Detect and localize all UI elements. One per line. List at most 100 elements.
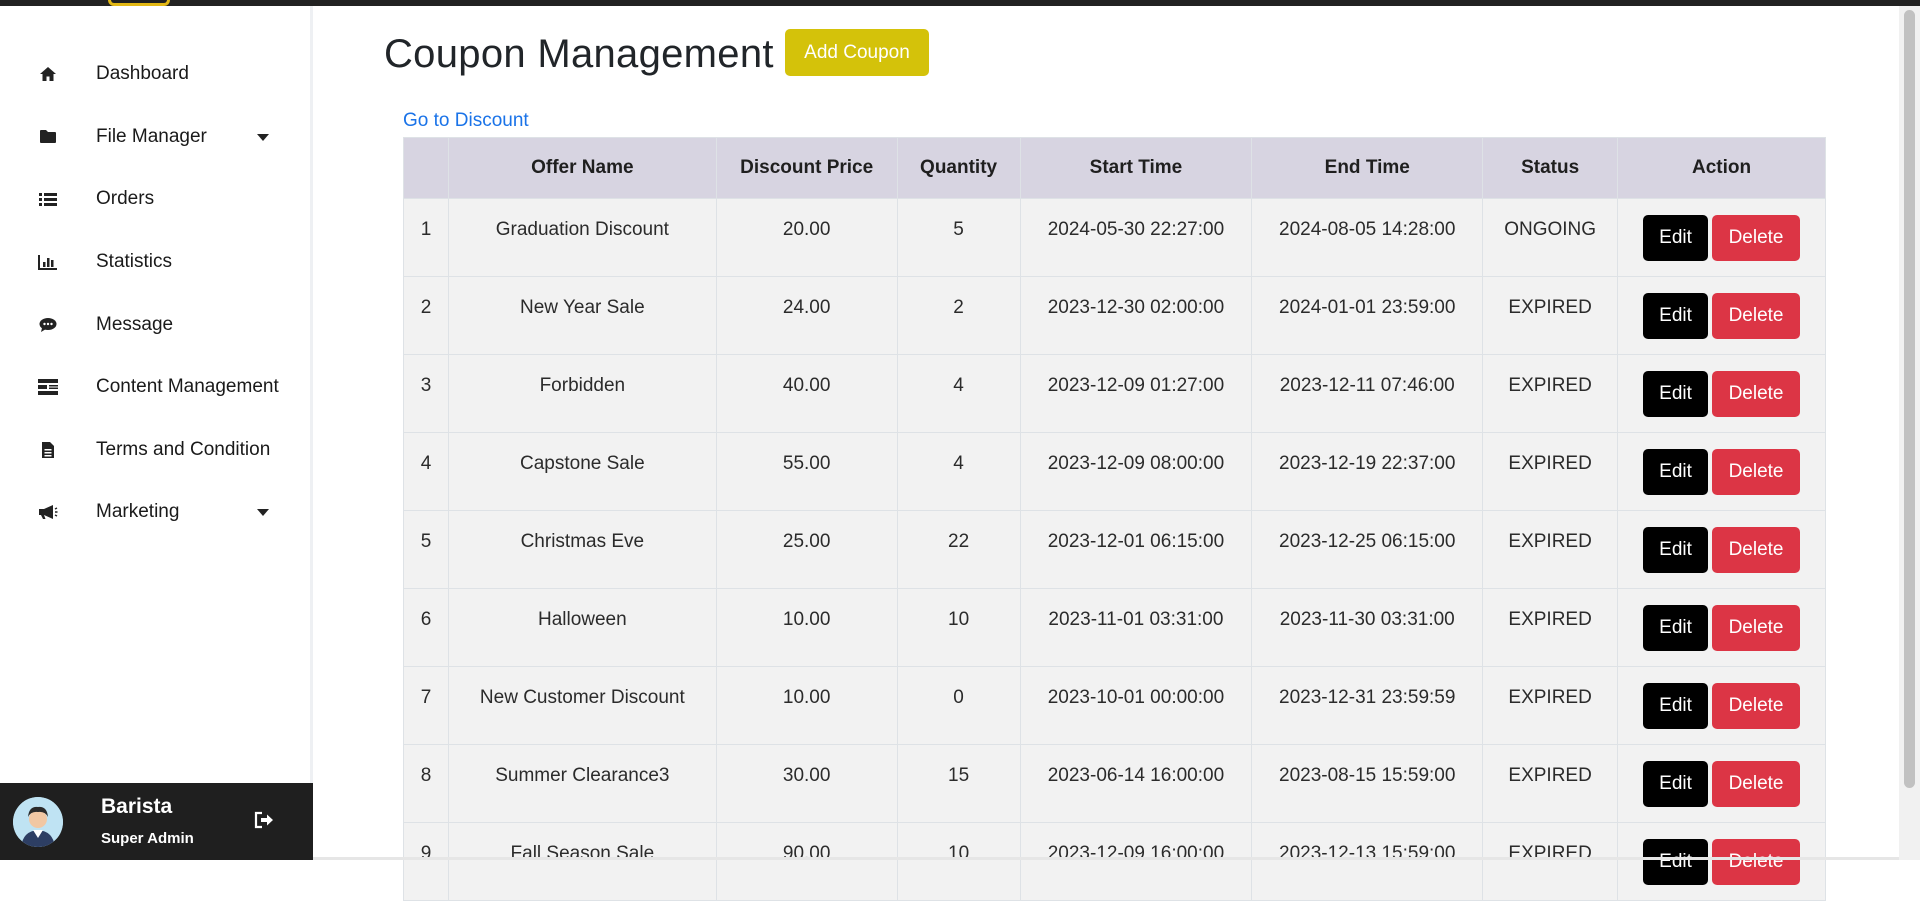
edit-button[interactable]: Edit [1643, 605, 1708, 651]
cell-status: EXPIRED [1483, 511, 1618, 589]
edit-button[interactable]: Edit [1643, 449, 1708, 495]
cell-action: EditDelete [1618, 589, 1826, 667]
cell-end-time: 2024-08-05 14:28:00 [1252, 199, 1483, 277]
cell-index: 2 [404, 277, 449, 355]
chevron-down-icon[interactable] [257, 509, 269, 516]
cell-quantity: 0 [897, 667, 1020, 745]
cell-offer-name: Fall Season Sale [448, 823, 716, 901]
sidebar-item-file-manager[interactable]: File Manager [0, 106, 310, 169]
cell-discount-price: 25.00 [716, 511, 897, 589]
cell-end-time: 2023-12-25 06:15:00 [1252, 511, 1483, 589]
cell-index: 3 [404, 355, 449, 433]
delete-button[interactable]: Delete [1712, 683, 1800, 729]
cell-action: EditDelete [1618, 667, 1826, 745]
cell-index: 5 [404, 511, 449, 589]
column-header-quantity: Quantity [897, 138, 1020, 199]
sidebar-item-statistics[interactable]: Statistics [0, 231, 310, 294]
cell-action: EditDelete [1618, 823, 1826, 901]
logout-icon[interactable] [254, 811, 276, 833]
cell-status: ONGOING [1483, 199, 1618, 277]
profile-name: Barista [101, 795, 172, 819]
sidebar-nav: Dashboard File Manager Orders Statistics [0, 6, 310, 544]
scrollbar-thumb[interactable] [1904, 10, 1915, 788]
cell-start-time: 2023-06-14 16:00:00 [1020, 745, 1252, 823]
table-header-row: Offer Name Discount Price Quantity Start… [404, 138, 1826, 199]
sidebar-item-message[interactable]: Message [0, 293, 310, 356]
vertical-scrollbar[interactable] [1899, 6, 1920, 860]
cell-discount-price: 55.00 [716, 433, 897, 511]
sidebar-item-orders[interactable]: Orders [0, 168, 310, 231]
column-header-status: Status [1483, 138, 1618, 199]
delete-button[interactable]: Delete [1712, 449, 1800, 495]
cell-quantity: 15 [897, 745, 1020, 823]
table-row: 4 Capstone Sale 55.00 4 2023-12-09 08:00… [404, 433, 1826, 511]
sidebar-item-label: Marketing [96, 501, 179, 523]
cell-offer-name: Forbidden [448, 355, 716, 433]
cell-action: EditDelete [1618, 199, 1826, 277]
table-row: 1 Graduation Discount 20.00 5 2024-05-30… [404, 199, 1826, 277]
sidebar-item-label: Message [96, 314, 173, 336]
cell-index: 9 [404, 823, 449, 901]
cell-index: 6 [404, 589, 449, 667]
delete-button[interactable]: Delete [1712, 527, 1800, 573]
cell-end-time: 2023-12-11 07:46:00 [1252, 355, 1483, 433]
delete-button[interactable]: Delete [1712, 605, 1800, 651]
cell-discount-price: 90.00 [716, 823, 897, 901]
sidebar-item-label: Content Management [96, 376, 279, 398]
cell-start-time: 2023-10-01 00:00:00 [1020, 667, 1252, 745]
delete-button[interactable]: Delete [1712, 293, 1800, 339]
delete-button[interactable]: Delete [1712, 839, 1800, 885]
cell-end-time: 2024-01-01 23:59:00 [1252, 277, 1483, 355]
edit-button[interactable]: Edit [1643, 293, 1708, 339]
profile-role: Super Admin [101, 830, 194, 847]
cell-action: EditDelete [1618, 745, 1826, 823]
cell-offer-name: Christmas Eve [448, 511, 716, 589]
cell-offer-name: Summer Clearance3 [448, 745, 716, 823]
table-row: 9 Fall Season Sale 90.00 10 2023-12-09 1… [404, 823, 1826, 901]
edit-button[interactable]: Edit [1643, 839, 1708, 885]
table-row: 6 Halloween 10.00 10 2023-11-01 03:31:00… [404, 589, 1826, 667]
cell-discount-price: 40.00 [716, 355, 897, 433]
cell-start-time: 2023-12-09 01:27:00 [1020, 355, 1252, 433]
cell-discount-price: 30.00 [716, 745, 897, 823]
cell-quantity: 2 [897, 277, 1020, 355]
add-coupon-button[interactable]: Add Coupon [785, 29, 929, 76]
sidebar-item-dashboard[interactable]: Dashboard [0, 43, 310, 106]
cell-offer-name: Graduation Discount [448, 199, 716, 277]
column-header-start-time: Start Time [1020, 138, 1252, 199]
column-header-index [404, 138, 449, 199]
cell-index: 4 [404, 433, 449, 511]
cell-quantity: 10 [897, 589, 1020, 667]
edit-button[interactable]: Edit [1643, 761, 1708, 807]
go-to-discount-link[interactable]: Go to Discount [403, 110, 529, 132]
edit-button[interactable]: Edit [1643, 527, 1708, 573]
edit-button[interactable]: Edit [1643, 215, 1708, 261]
content-icon [38, 377, 58, 397]
sidebar-item-marketing[interactable]: Marketing [0, 481, 310, 544]
cell-discount-price: 24.00 [716, 277, 897, 355]
edit-button[interactable]: Edit [1643, 371, 1708, 417]
avatar [13, 797, 63, 847]
delete-button[interactable]: Delete [1712, 761, 1800, 807]
column-header-action: Action [1618, 138, 1826, 199]
page-title: Coupon Management [384, 32, 774, 77]
delete-button[interactable]: Delete [1712, 371, 1800, 417]
table-row: 8 Summer Clearance3 30.00 15 2023-06-14 … [404, 745, 1826, 823]
sidebar-item-label: Dashboard [96, 63, 189, 85]
sidebar-item-label: Orders [96, 188, 154, 210]
main-content: Coupon Management Add Coupon Go to Disco… [313, 6, 1899, 860]
cell-quantity: 4 [897, 355, 1020, 433]
delete-button[interactable]: Delete [1712, 215, 1800, 261]
cell-offer-name: Halloween [448, 589, 716, 667]
sidebar-item-terms[interactable]: Terms and Condition [0, 419, 310, 482]
chevron-down-icon[interactable] [257, 134, 269, 141]
user-profile: Barista Super Admin [0, 783, 313, 860]
cell-end-time: 2023-11-30 03:31:00 [1252, 589, 1483, 667]
edit-button[interactable]: Edit [1643, 683, 1708, 729]
sidebar-item-content-management[interactable]: Content Management [0, 356, 310, 419]
cell-start-time: 2023-12-09 08:00:00 [1020, 433, 1252, 511]
cell-discount-price: 20.00 [716, 199, 897, 277]
cell-discount-price: 10.00 [716, 589, 897, 667]
coupon-table: Offer Name Discount Price Quantity Start… [403, 137, 1826, 901]
table-row: 3 Forbidden 40.00 4 2023-12-09 01:27:00 … [404, 355, 1826, 433]
